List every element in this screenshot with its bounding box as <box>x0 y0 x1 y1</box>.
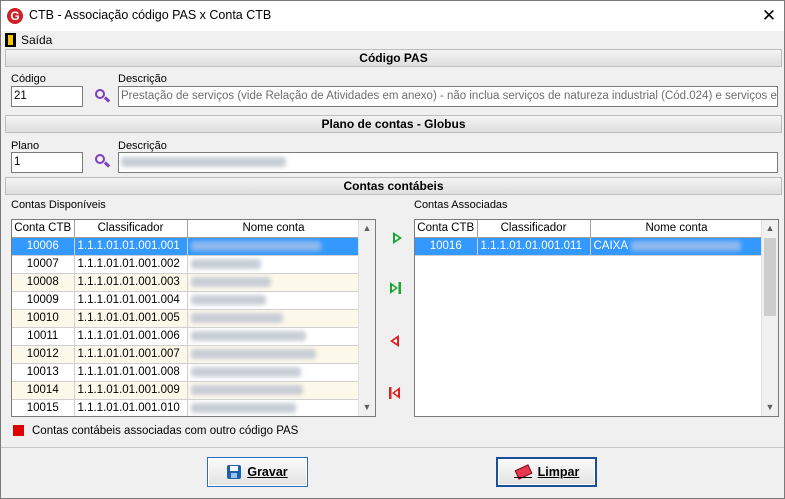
title-bar: G CTB - Associação código PAS x Conta CT… <box>1 1 784 31</box>
table-row[interactable]: 10006 1.1.1.01.01.001.001 <box>12 237 361 256</box>
app-logo-icon: G <box>7 8 23 24</box>
section-plano-contas: Plano de contas - Globus <box>5 115 782 133</box>
add-all-arrow-icon[interactable] <box>388 281 402 295</box>
window-title: CTB - Associação código PAS x Conta CTB <box>29 8 272 22</box>
col-classificador[interactable]: Classificador <box>477 220 591 238</box>
table-row[interactable]: 10016 1.1.1.01.01.001.011 CAIXA <box>415 237 764 256</box>
exit-door-icon <box>5 33 16 47</box>
table-row[interactable]: 10014 1.1.1.01.01.001.009 <box>12 381 361 400</box>
scroll-up-icon[interactable]: ▲ <box>359 220 375 237</box>
main-window: G CTB - Associação código PAS x Conta CT… <box>0 0 785 499</box>
table-row[interactable]: 10008 1.1.1.01.01.001.003 <box>12 273 361 292</box>
table-row[interactable]: 10012 1.1.1.01.01.001.007 <box>12 345 361 364</box>
available-accounts-title: Contas Disponíveis <box>11 199 106 211</box>
close-icon[interactable]: ✕ <box>758 5 780 27</box>
clear-button-label: Limpar <box>537 465 580 479</box>
scroll-thumb[interactable] <box>764 238 776 316</box>
menu-exit-label: Saída <box>21 33 53 47</box>
codigo-desc-field: Prestação de serviços (vide Relação de A… <box>118 86 778 107</box>
remove-all-arrow-icon[interactable] <box>388 386 402 400</box>
table-row[interactable]: 10011 1.1.1.01.01.001.006 <box>12 327 361 346</box>
add-one-arrow-icon[interactable] <box>390 231 404 245</box>
table-row[interactable]: 10010 1.1.1.01.01.001.005 <box>12 309 361 328</box>
codigo-label: Código <box>11 73 46 85</box>
associated-accounts-title: Contas Associadas <box>414 199 508 211</box>
table-row[interactable]: 10013 1.1.1.01.01.001.008 <box>12 363 361 382</box>
menu-bar: Saída <box>1 31 784 49</box>
search-codigo-icon[interactable] <box>93 88 111 104</box>
clear-button[interactable]: Limpar <box>496 457 597 487</box>
scroll-up-icon[interactable]: ▲ <box>762 220 778 237</box>
legend-color-swatch <box>13 425 24 436</box>
associated-grid-scrollbar[interactable]: ▲ ▼ <box>761 220 778 416</box>
codigo-input[interactable]: 21 <box>11 86 83 107</box>
codigo-desc-label: Descrição <box>118 73 167 85</box>
menu-exit[interactable]: Saída <box>5 31 52 49</box>
plano-desc-label: Descrição <box>118 140 167 152</box>
remove-one-arrow-icon[interactable] <box>388 334 402 348</box>
scroll-down-icon[interactable]: ▼ <box>762 399 778 416</box>
save-button-label: Gravar <box>247 465 288 479</box>
table-row[interactable]: 10015 1.1.1.01.01.001.010 <box>12 399 361 416</box>
col-conta-ctb[interactable]: Conta CTB <box>415 220 478 238</box>
col-nome-conta[interactable]: Nome conta <box>590 220 764 238</box>
search-plano-icon[interactable] <box>93 153 111 169</box>
legend-text: Contas contábeis associadas com outro có… <box>32 425 299 437</box>
section-codigo-pas: Código PAS <box>5 49 782 67</box>
scroll-down-icon[interactable]: ▼ <box>359 399 375 416</box>
plano-label: Plano <box>11 140 40 152</box>
footer-divider <box>1 447 784 448</box>
available-accounts-grid[interactable]: Conta CTB Classificador Nome conta 10006… <box>11 219 376 417</box>
plano-input[interactable]: 1 <box>11 152 83 173</box>
available-grid-scrollbar[interactable]: ▲ ▼ <box>358 220 375 416</box>
section-contas-contabeis: Contas contábeis <box>5 177 782 195</box>
save-button[interactable]: Gravar <box>207 457 308 487</box>
eraser-icon <box>513 466 532 478</box>
associated-accounts-grid[interactable]: Conta CTB Classificador Nome conta 10016… <box>414 219 779 417</box>
floppy-disk-icon <box>227 465 242 479</box>
table-row[interactable]: 10007 1.1.1.01.01.001.002 <box>12 255 361 274</box>
plano-desc-field <box>118 152 778 173</box>
col-nome-conta[interactable]: Nome conta <box>187 220 361 238</box>
col-classificador[interactable]: Classificador <box>74 220 188 238</box>
col-conta-ctb[interactable]: Conta CTB <box>12 220 75 238</box>
table-row[interactable]: 10009 1.1.1.01.01.001.004 <box>12 291 361 310</box>
